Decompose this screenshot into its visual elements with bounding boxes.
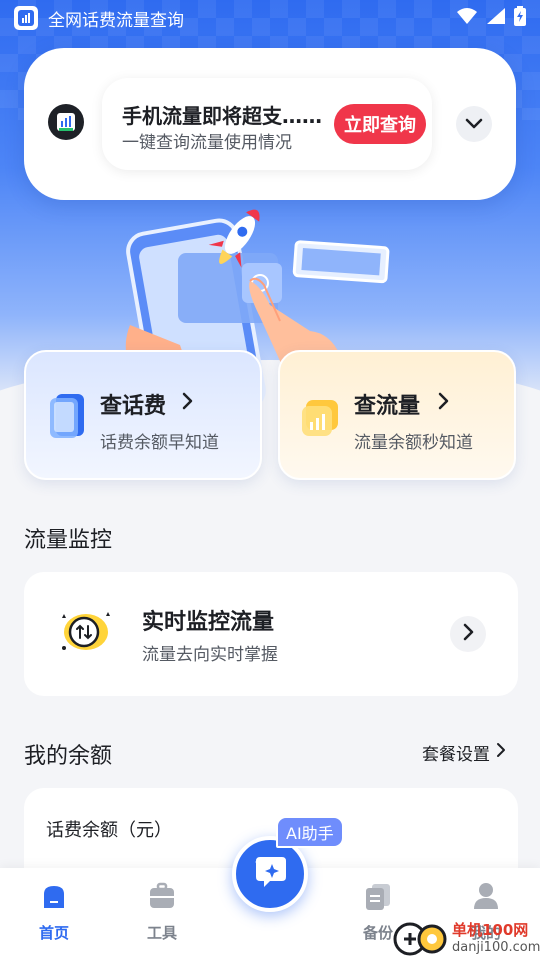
phone-card-icon (48, 392, 88, 440)
ai-assistant-badge[interactable]: AI助手 (276, 816, 344, 848)
nav-tools-label: 工具 (146, 924, 177, 942)
notice-title: 手机流量即将超支…… (122, 104, 322, 128)
notice-bubble[interactable]: 手机流量即将超支…… 一键查询流量使用情况 立即查询 (102, 78, 432, 170)
check-data-card[interactable]: 查流量 流量余额秒知道 (278, 350, 516, 480)
battery-charging-icon (514, 6, 526, 30)
toolbox-icon (148, 882, 176, 914)
app-icon (14, 6, 38, 30)
notice-card: 手机流量即将超支…… 一键查询流量使用情况 立即查询 (24, 48, 516, 200)
query-now-button[interactable]: 立即查询 (334, 104, 426, 144)
check-phone-bill-card[interactable]: 查话费 话费余额早知道 (24, 350, 262, 480)
check-data-title: 查流量 (354, 394, 421, 419)
status-app-title: 全网话费流量查询 (48, 10, 184, 31)
user-icon (472, 882, 500, 914)
plan-settings-label: 套餐设置 (422, 745, 490, 765)
signal-icon (486, 7, 506, 29)
ai-chat-icon (252, 855, 288, 893)
chevron-right-icon (496, 742, 506, 763)
notice-subtitle: 一键查询流量使用情况 (122, 133, 292, 153)
monitor-title: 实时监控流量 (142, 610, 275, 635)
app-avatar-icon (48, 104, 84, 140)
status-bar: 全网话费流量查询 (0, 0, 540, 36)
chevron-right-icon (462, 623, 474, 645)
watermark: 单机100网 danji100.com (392, 914, 540, 960)
home-icon (40, 882, 68, 914)
plan-settings-link[interactable]: 套餐设置 (422, 740, 506, 765)
watermark-logo-icon (392, 917, 450, 957)
nav-home[interactable]: 首页 (14, 882, 94, 943)
chevron-right-icon (182, 392, 194, 414)
realtime-monitor-card[interactable]: 实时监控流量 流量去向实时掌握 (24, 572, 518, 696)
backup-icon (364, 882, 392, 914)
chevron-right-icon (438, 392, 450, 414)
nav-home-label: 首页 (38, 924, 69, 942)
monitor-subtitle: 流量去向实时掌握 (142, 645, 278, 665)
chevron-down-icon (465, 115, 483, 134)
check-phone-bill-title: 查话费 (100, 394, 167, 419)
nav-tools[interactable]: 工具 (122, 882, 202, 943)
monitor-section-heading: 流量监控 (24, 528, 113, 553)
watermark-cn: 单机100网 (452, 921, 529, 939)
check-data-subtitle: 流量余额秒知道 (354, 433, 473, 453)
wifi-icon (456, 7, 478, 29)
phone-balance-label: 话费余额（元） (46, 820, 172, 841)
balance-section-heading: 我的余额 (24, 744, 113, 769)
data-card-icon (302, 392, 342, 440)
check-phone-bill-subtitle: 话费余额早知道 (100, 433, 219, 453)
nav-backup-label: 备份 (362, 924, 393, 942)
traffic-monitor-icon (58, 608, 112, 656)
watermark-url: danji100.com (452, 940, 540, 955)
monitor-open-button[interactable] (450, 616, 486, 652)
expand-button[interactable] (456, 106, 492, 142)
